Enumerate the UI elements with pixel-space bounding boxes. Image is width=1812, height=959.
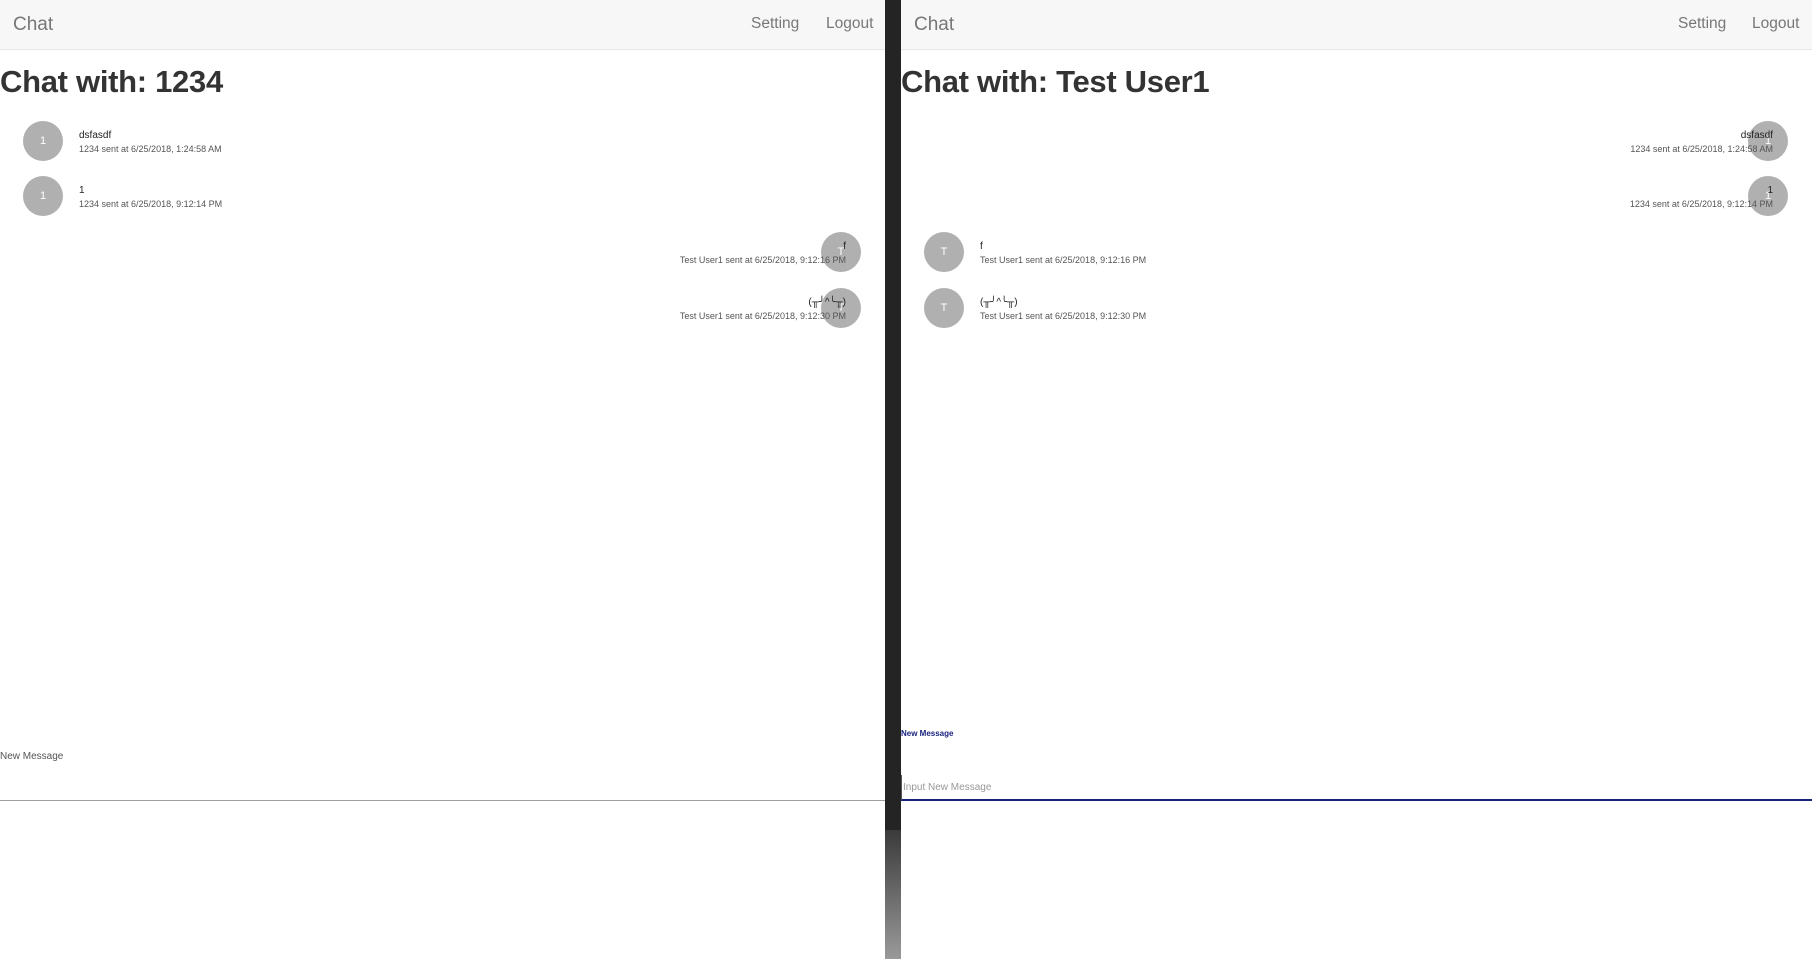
- message-meta: 1234 sent at 6/25/2018, 1:24:58 AM: [79, 144, 222, 154]
- message-text: (╥╯^╰╥): [808, 297, 846, 308]
- navbar: Chat Setting Logout: [901, 0, 1812, 50]
- message-item: T f Test User1 sent at 6/25/2018, 9:12:1…: [485, 232, 861, 272]
- setting-link[interactable]: Setting: [1678, 15, 1726, 33]
- navbar: Chat Setting Logout: [0, 0, 885, 50]
- avatar: 1: [1748, 121, 1788, 161]
- chat-window-left: Chat Setting Logout Chat with: 1234 1 ds…: [0, 0, 885, 959]
- brand-link[interactable]: Chat: [914, 14, 954, 36]
- message-meta: 1234 sent at 6/25/2018, 9:12:14 PM: [1629, 199, 1773, 209]
- message-text: 1: [1767, 185, 1773, 196]
- avatar: 1: [23, 176, 63, 216]
- new-message-input[interactable]: [901, 775, 1812, 801]
- message-item: 1 1 1234 sent at 6/25/2018, 9:12:14 PM: [23, 176, 423, 216]
- message-item: T (╥╯^╰╥) Test User1 sent at 6/25/2018, …: [924, 288, 1324, 328]
- message-meta: Test User1 sent at 6/25/2018, 9:12:16 PM: [980, 255, 1147, 265]
- avatar: T: [821, 232, 861, 272]
- message-text: f: [843, 241, 846, 252]
- avatar: T: [821, 288, 861, 328]
- message-item: 1 1 1234 sent at 6/25/2018, 9:12:14 PM: [1386, 176, 1788, 216]
- window-divider: [885, 0, 901, 959]
- page-title: Chat with: 1234: [0, 64, 223, 99]
- page-title: Chat with: Test User1: [901, 64, 1210, 99]
- message-meta: Test User1 sent at 6/25/2018, 9:12:30 PM: [679, 311, 846, 321]
- message-item: T (╥╯^╰╥) Test User1 sent at 6/25/2018, …: [485, 288, 861, 328]
- message-item: 1 dsfasdf 1234 sent at 6/25/2018, 1:24:5…: [1386, 121, 1788, 161]
- message-text: 1: [79, 185, 85, 196]
- new-message-input[interactable]: [0, 776, 885, 801]
- message-text: dsfasdf: [79, 130, 112, 141]
- brand-link[interactable]: Chat: [13, 14, 53, 36]
- message-text: f: [980, 241, 983, 252]
- chat-window-right: Chat Setting Logout Chat with: Test User…: [901, 0, 1812, 959]
- avatar: T: [924, 232, 964, 272]
- new-message-label: New Message: [901, 729, 954, 738]
- message-meta: 1234 sent at 6/25/2018, 1:24:58 AM: [1630, 144, 1773, 154]
- message-text: (╥╯^╰╥): [980, 297, 1018, 308]
- avatar: 1: [1748, 176, 1788, 216]
- desktop-background: [885, 830, 901, 959]
- message-meta: 1234 sent at 6/25/2018, 9:12:14 PM: [79, 199, 223, 209]
- avatar: 1: [23, 121, 63, 161]
- avatar: T: [924, 288, 964, 328]
- message-text: dsfasdf: [1740, 130, 1773, 141]
- setting-link[interactable]: Setting: [751, 15, 799, 33]
- message-item: T f Test User1 sent at 6/25/2018, 9:12:1…: [924, 232, 1324, 272]
- message-item: 1 dsfasdf 1234 sent at 6/25/2018, 1:24:5…: [23, 121, 423, 161]
- message-meta: Test User1 sent at 6/25/2018, 9:12:16 PM: [679, 255, 846, 265]
- logout-link[interactable]: Logout: [826, 15, 873, 33]
- logout-link[interactable]: Logout: [1752, 15, 1799, 33]
- message-meta: Test User1 sent at 6/25/2018, 9:12:30 PM: [980, 311, 1147, 321]
- new-message-label: New Message: [0, 751, 64, 762]
